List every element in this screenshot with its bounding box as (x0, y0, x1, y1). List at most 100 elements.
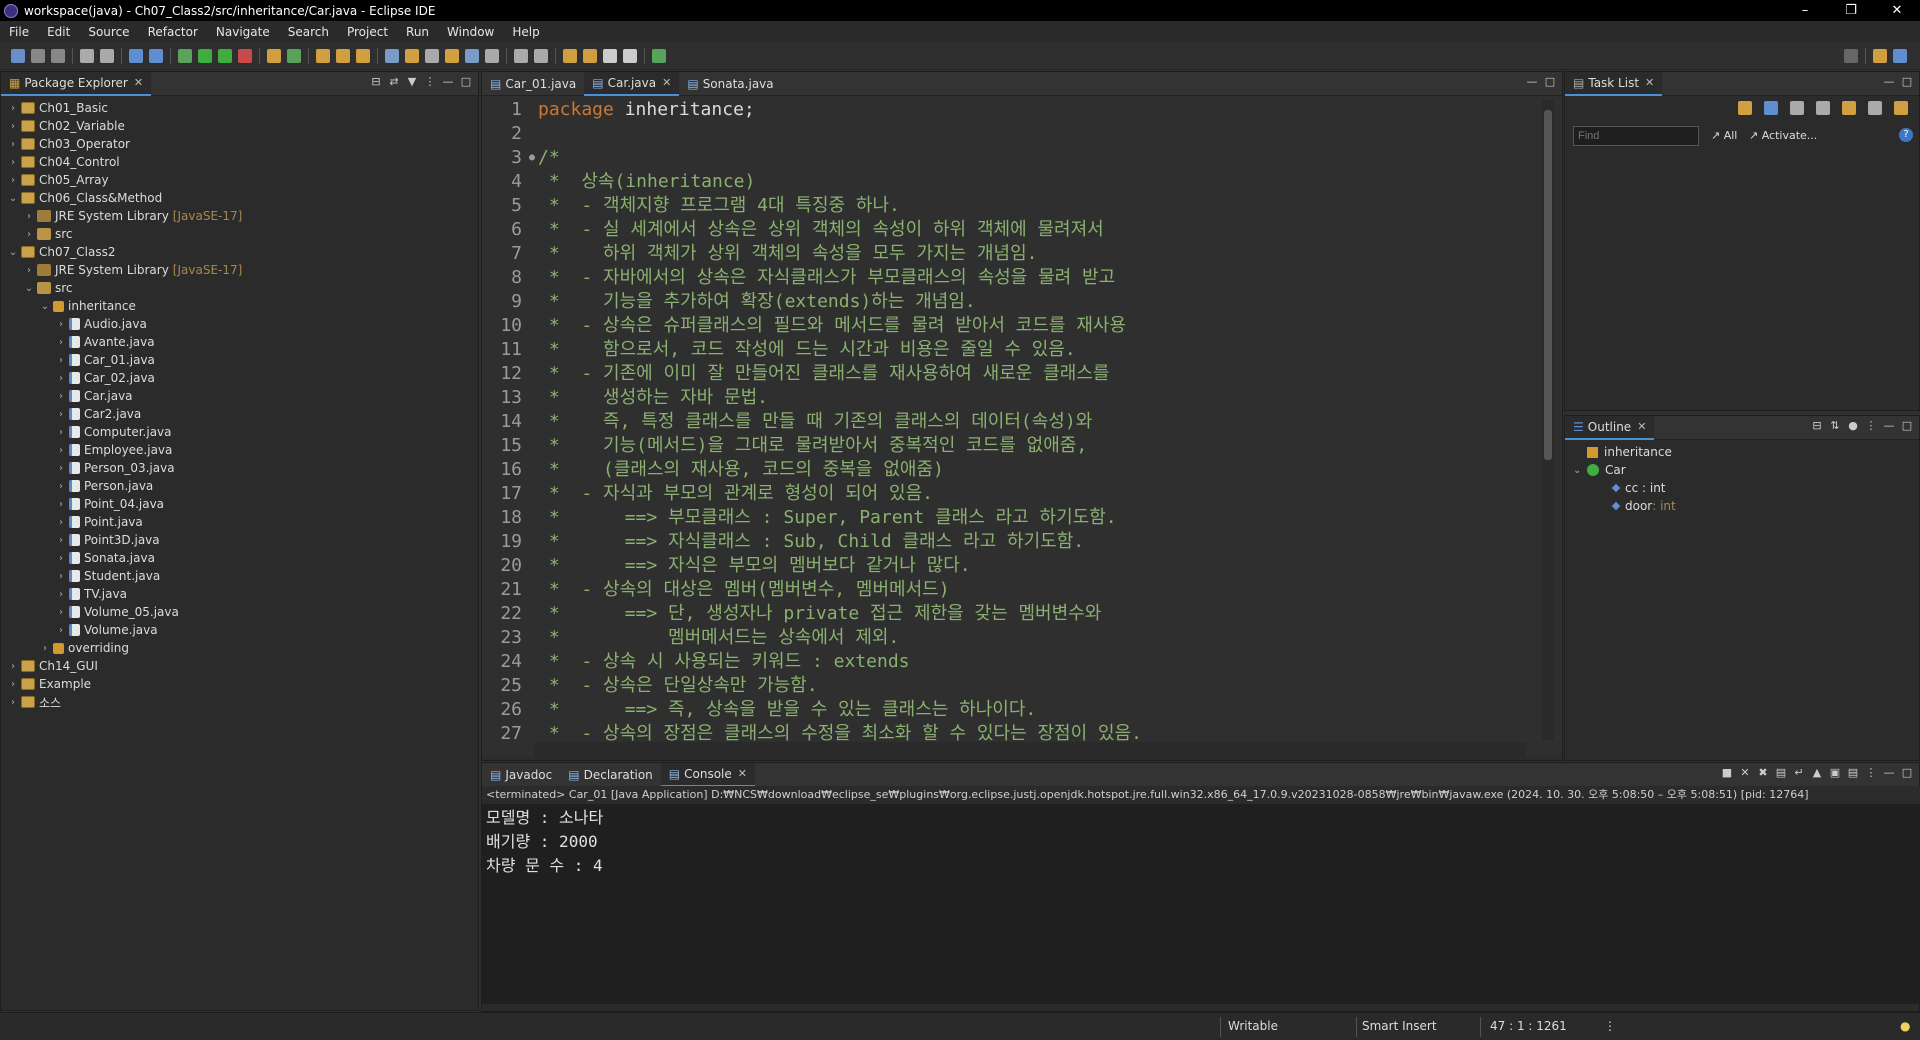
fold-marker-icon[interactable] (526, 122, 538, 146)
tree-item[interactable]: › Volume_05.java (1, 603, 478, 621)
menu-search[interactable]: Search (279, 25, 338, 39)
close-icon[interactable]: ✕ (1637, 420, 1646, 433)
tree-item[interactable]: › Person.java (1, 477, 478, 495)
expanded-icon[interactable]: ⌄ (1573, 465, 1585, 476)
collapsed-icon[interactable]: › (55, 463, 67, 474)
show-whitespace-icon[interactable] (465, 48, 479, 63)
menu-refactor[interactable]: Refactor (139, 25, 207, 39)
open-type-icon[interactable] (316, 48, 330, 63)
collapsed-icon[interactable]: › (7, 661, 19, 672)
code-line[interactable]: 26 * ==> 즉, 상속을 받을 수 있는 클래스는 하나이다. (482, 698, 1142, 722)
tab-outline[interactable]: ☰ Outline ✕ (1565, 415, 1655, 440)
code-line[interactable]: 23 * 멤버메서드는 상속에서 제외. (482, 626, 1142, 650)
tree-item[interactable]: › Car_02.java (1, 369, 478, 387)
fold-marker-icon[interactable] (526, 506, 538, 530)
minimize-icon[interactable]: — (1883, 767, 1895, 779)
fold-marker-icon[interactable] (526, 218, 538, 242)
code-line[interactable]: 13 * 생성하는 자바 문법. (482, 386, 1142, 410)
menu-help[interactable]: Help (503, 25, 548, 39)
activate-link[interactable]: ↗ Activate... (1749, 129, 1817, 142)
display-console-icon[interactable]: ▣ (1829, 767, 1841, 779)
coverage-icon[interactable] (218, 48, 232, 63)
tree-item[interactable]: › 소스 (1, 693, 478, 711)
nav-forward-icon[interactable] (623, 48, 637, 63)
code-line[interactable]: 8 * - 자바에서의 상속은 자식클래스가 부모클래스의 속성을 물려 받고 (482, 266, 1142, 290)
minimize-icon[interactable]: — (1883, 76, 1895, 88)
code-line[interactable]: 5 * - 객체지향 프로그램 4대 특징중 하나. (482, 194, 1142, 218)
maximize-icon[interactable]: □ (1901, 420, 1913, 432)
code-line[interactable]: 12 * - 기존에 이미 잘 만들어진 클래스를 재사용하여 새로운 클래스를 (482, 362, 1142, 386)
tree-item[interactable]: › Ch05_Array (1, 171, 478, 189)
menu-source[interactable]: Source (79, 25, 138, 39)
sort-icon[interactable]: ⇅ (1829, 420, 1841, 432)
tab-console[interactable]: ▤ Console ✕ (660, 762, 755, 787)
collapsed-icon[interactable]: › (39, 643, 51, 654)
close-icon[interactable]: ✕ (1645, 76, 1654, 89)
tree-item[interactable]: › JRE System Library [JavaSE-17] (1, 207, 478, 225)
minimize-button[interactable]: – (1782, 0, 1828, 21)
code-line[interactable]: 18 * ==> 부모클래스 : Super, Parent 클래스 라고 하기… (482, 506, 1142, 530)
maximize-icon[interactable]: □ (1544, 76, 1556, 88)
fold-marker-icon[interactable] (526, 650, 538, 674)
code-line[interactable]: 6 * - 실 세계에서 상속은 상위 객체의 속성이 하위 객체에 물려져서 (482, 218, 1142, 242)
collapsed-icon[interactable]: › (55, 409, 67, 420)
collapsed-icon[interactable]: › (23, 265, 35, 276)
pin-console-icon[interactable]: ▲ (1811, 767, 1823, 779)
fold-marker-icon[interactable] (526, 626, 538, 650)
collapsed-icon[interactable]: › (55, 625, 67, 636)
tab-task-list[interactable]: ▤ Task List ✕ (1565, 71, 1663, 96)
find-input[interactable] (1573, 126, 1699, 146)
tree-item[interactable]: › Ch04_Control (1, 153, 478, 171)
tab-car-java[interactable]: ▤ Car.java ✕ (584, 71, 680, 96)
scroll-thumb[interactable] (1544, 110, 1552, 460)
tree-item[interactable]: › Ch01_Basic (1, 99, 478, 117)
collapsed-icon[interactable]: › (55, 517, 67, 528)
all-link[interactable]: ↗ All (1711, 129, 1737, 142)
vertical-scrollbar[interactable] (1542, 100, 1554, 740)
fold-marker-icon[interactable] (526, 362, 538, 386)
tree-item[interactable]: › Point_04.java (1, 495, 478, 513)
expanded-icon[interactable]: ⌄ (7, 193, 19, 204)
external-tools-icon[interactable] (238, 48, 252, 63)
code-line[interactable]: 9 * 기능을 추가하여 확장(extends)하는 개념임. (482, 290, 1142, 314)
fold-marker-icon[interactable] (526, 434, 538, 458)
code-line[interactable]: 17 * - 자식과 부모의 관계로 형성이 되어 있음. (482, 482, 1142, 506)
categorize-icon[interactable] (1764, 101, 1778, 115)
collapsed-icon[interactable]: › (7, 157, 19, 168)
close-icon[interactable]: ✕ (738, 767, 747, 780)
code-line[interactable]: 1 package inheritance; (482, 98, 1142, 122)
collapsed-icon[interactable]: › (55, 571, 67, 582)
pin-editor-icon[interactable] (652, 48, 666, 63)
menu-window[interactable]: Window (438, 25, 503, 39)
console-view[interactable]: <terminated> Car_01 [Java Application] D… (482, 786, 1920, 1004)
maximize-icon[interactable]: □ (1901, 767, 1913, 779)
scheduled-icon[interactable] (1790, 101, 1804, 115)
collapsed-icon[interactable]: › (7, 679, 19, 690)
collapsed-icon[interactable]: › (55, 355, 67, 366)
collapsed-icon[interactable]: › (7, 175, 19, 186)
fold-marker-icon[interactable] (526, 578, 538, 602)
code-line[interactable]: 21 * - 상속의 대상은 멤버(멤버변수, 멤버메서드) (482, 578, 1142, 602)
fold-marker-icon[interactable] (526, 698, 538, 722)
tree-item[interactable]: › src (1, 225, 478, 243)
collapsed-icon[interactable]: › (55, 589, 67, 600)
word-wrap-icon[interactable] (445, 48, 459, 63)
code-line[interactable]: 16 * (클래스의 재사용, 코드의 중복을 없애줌) (482, 458, 1142, 482)
view-menu-icon[interactable]: ⋮ (1865, 420, 1877, 432)
view-menu-icon[interactable]: ⋮ (424, 76, 436, 88)
tree-item[interactable]: › Student.java (1, 567, 478, 585)
search-icon[interactable] (1844, 48, 1858, 63)
code-line[interactable]: 25 * - 상속은 단일상속만 가능함. (482, 674, 1142, 698)
hide-icon[interactable] (1868, 101, 1882, 115)
outline-item[interactable]: cc : int (1565, 479, 1919, 497)
code-line[interactable]: 11 * 함으로서, 코드 작성에 드는 시간과 비용은 줄일 수 있음. (482, 338, 1142, 362)
fold-marker-icon[interactable] (526, 458, 538, 482)
save-icon[interactable] (31, 48, 45, 63)
code-editor[interactable]: 1 package inheritance; 2 3 ●/* 4 * 상속(inherit… (482, 96, 1562, 756)
tree-item[interactable]: › JRE System Library [JavaSE-17] (1, 261, 478, 279)
nav-back-icon[interactable] (603, 48, 617, 63)
scroll-lock-icon[interactable]: ▤ (1775, 767, 1787, 779)
tree-item[interactable]: › Volume.java (1, 621, 478, 639)
fold-marker-icon[interactable] (526, 266, 538, 290)
code-line[interactable]: 20 * ==> 자식은 부모의 멤버보다 같거나 많다. (482, 554, 1142, 578)
